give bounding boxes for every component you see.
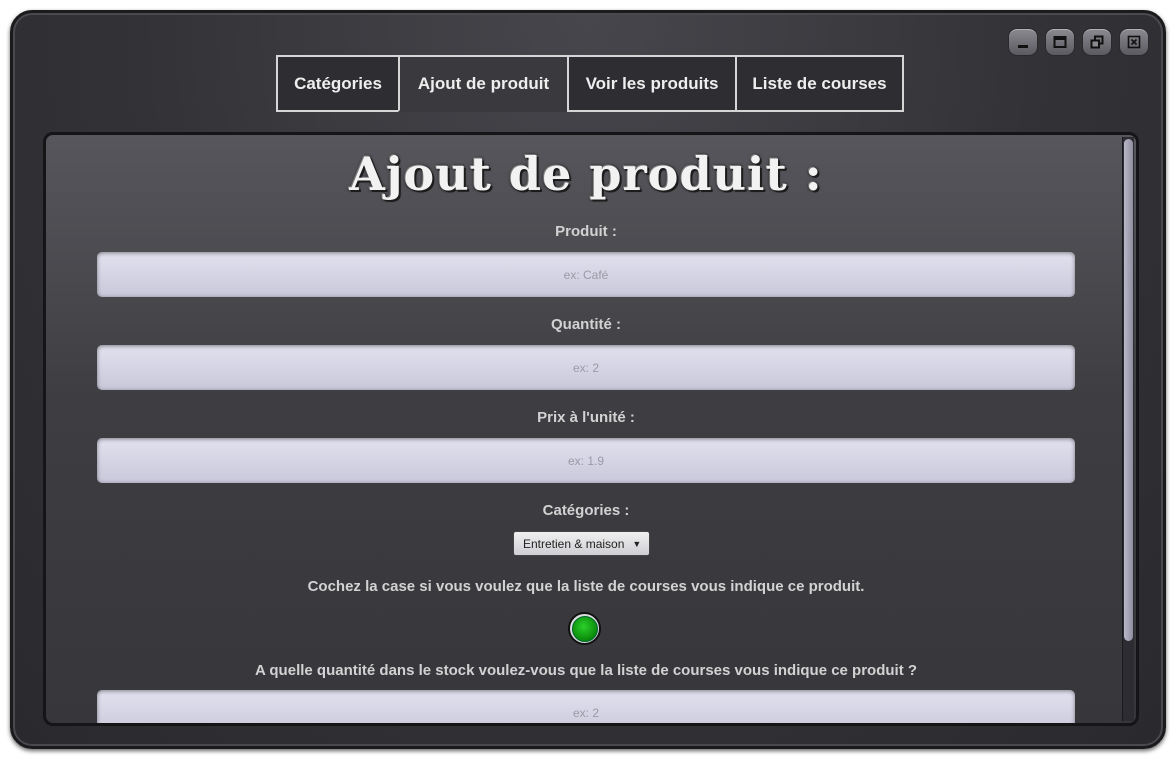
maximize-button[interactable] bbox=[1045, 28, 1075, 56]
tab-add-product[interactable]: Ajout de produit bbox=[398, 55, 569, 112]
page-title: Ajout de produit : bbox=[349, 147, 823, 201]
maximize-icon bbox=[1053, 35, 1067, 49]
form-panel: Ajout de produit : Produit : Quantité : … bbox=[43, 132, 1139, 726]
track-product-label: Cochez la case si vous voulez que la lis… bbox=[307, 578, 865, 595]
close-icon bbox=[1127, 35, 1141, 49]
quantity-label: Quantité : bbox=[551, 316, 621, 333]
tab-shopping-list[interactable]: Liste de courses bbox=[735, 55, 904, 112]
restore-button[interactable] bbox=[1082, 28, 1112, 56]
app-window: Catégories Ajout de produit Voir les pro… bbox=[10, 10, 1166, 749]
minimize-button[interactable] bbox=[1008, 28, 1038, 56]
minimize-icon bbox=[1016, 35, 1030, 49]
category-selected-value: Entretien & maison bbox=[523, 536, 625, 551]
category-label: Catégories : bbox=[542, 502, 630, 519]
scrollbar-thumb[interactable] bbox=[1124, 139, 1133, 641]
tab-categories[interactable]: Catégories bbox=[276, 55, 400, 112]
price-label: Prix à l'unité : bbox=[537, 409, 635, 426]
category-select[interactable]: Entretien & maison ▼ bbox=[513, 531, 651, 556]
checkbox-checked-indicator bbox=[571, 615, 598, 642]
product-label: Produit : bbox=[555, 223, 617, 240]
close-button[interactable] bbox=[1119, 28, 1149, 56]
tab-view-products[interactable]: Voir les produits bbox=[567, 55, 737, 112]
price-input[interactable] bbox=[97, 438, 1075, 483]
vertical-scrollbar[interactable] bbox=[1122, 137, 1134, 721]
threshold-input[interactable] bbox=[97, 690, 1075, 723]
quantity-input[interactable] bbox=[97, 345, 1075, 390]
threshold-label: A quelle quantité dans le stock voulez-v… bbox=[254, 662, 918, 679]
tab-bar: Catégories Ajout de produit Voir les pro… bbox=[276, 55, 904, 112]
product-input[interactable] bbox=[97, 252, 1075, 297]
dropdown-arrow-icon: ▼ bbox=[632, 538, 642, 549]
track-product-checkbox[interactable] bbox=[568, 612, 601, 645]
restore-icon bbox=[1090, 35, 1104, 49]
window-controls bbox=[1008, 28, 1149, 56]
